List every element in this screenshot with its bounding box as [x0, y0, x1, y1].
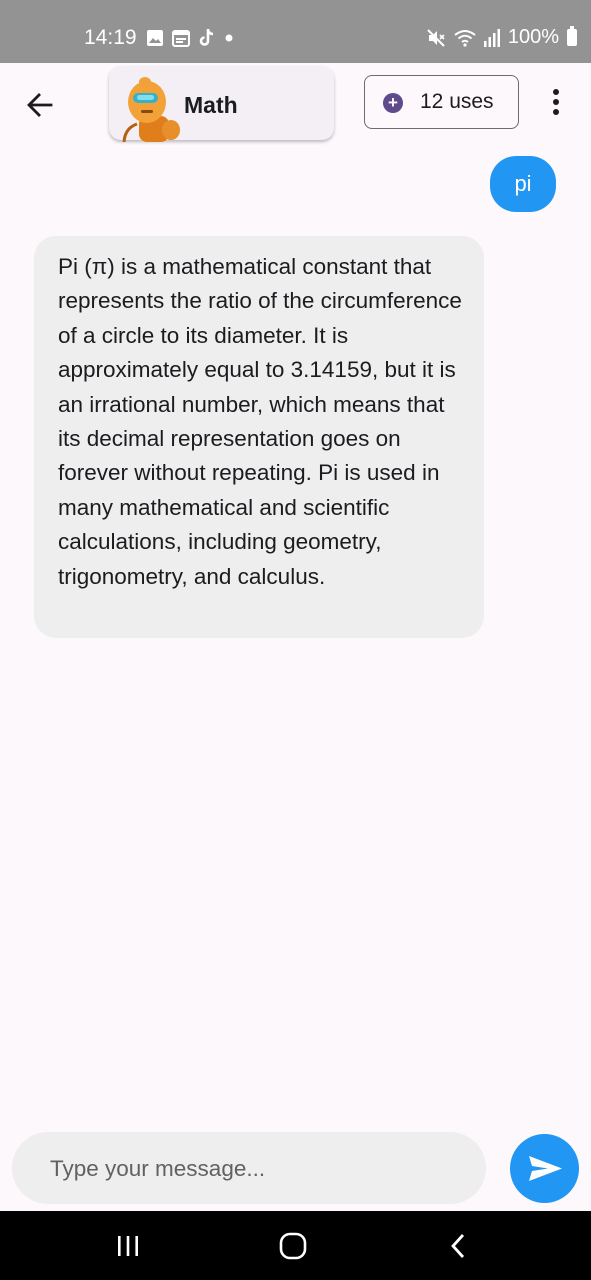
message-input[interactable]: [48, 1150, 472, 1188]
home-icon[interactable]: [278, 1232, 308, 1260]
send-button[interactable]: [510, 1134, 579, 1203]
status-icons-right: 100%: [426, 26, 577, 49]
system-nav-bar: [0, 1211, 591, 1280]
send-icon: [529, 1156, 562, 1181]
calendar-icon: [172, 30, 190, 47]
battery-percent: 100%: [507, 26, 559, 48]
message-input-container: [12, 1132, 486, 1204]
status-time: 14:19: [84, 26, 137, 49]
app-bar: Math + 12 uses: [0, 63, 591, 145]
more-options-icon[interactable]: [546, 89, 566, 119]
bot-name: Math: [184, 92, 238, 118]
plus-circle-icon: +: [383, 93, 403, 113]
robot-avatar-icon: [122, 77, 180, 142]
bot-message-bubble: Pi (π) is a mathematical constant that r…: [34, 236, 484, 638]
mute-icon: [427, 28, 445, 47]
image-icon: [147, 30, 163, 46]
wifi-icon: [454, 29, 476, 47]
battery-icon: [567, 26, 577, 46]
status-bar: 14:19 100%: [0, 0, 591, 63]
recents-icon[interactable]: [115, 1233, 141, 1259]
back-nav-icon[interactable]: [448, 1232, 470, 1260]
uses-label: 12 uses: [420, 90, 494, 113]
uses-counter-button[interactable]: + 12 uses: [364, 75, 519, 129]
status-icons-left: [146, 28, 234, 48]
user-message-bubble: pi: [490, 156, 556, 212]
tiktok-icon: [199, 29, 214, 46]
bot-selector-chip[interactable]: Math: [109, 66, 334, 142]
back-arrow-icon[interactable]: [24, 89, 56, 121]
dot-icon: [225, 34, 233, 42]
signal-icon: [483, 28, 500, 47]
